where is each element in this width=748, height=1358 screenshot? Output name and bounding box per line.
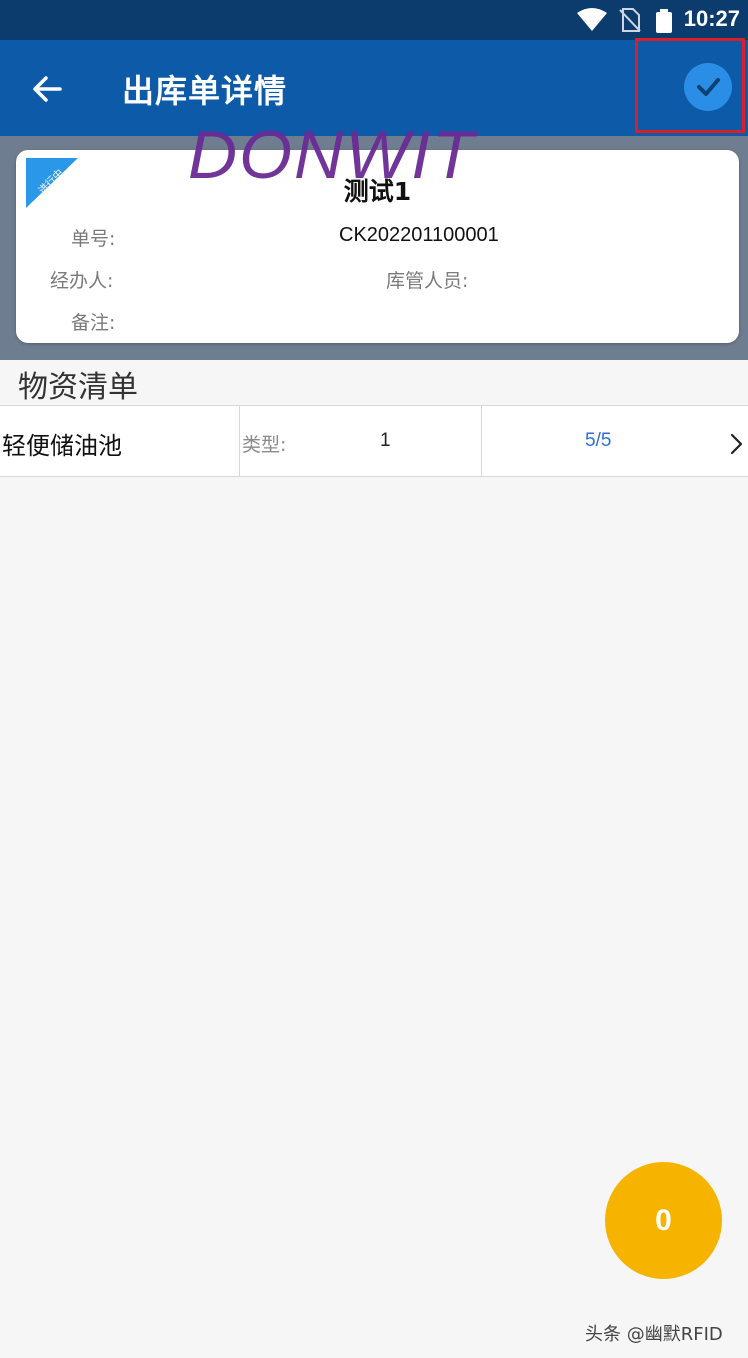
row-divider — [481, 406, 482, 476]
status-time: 10:27 — [683, 6, 740, 31]
scan-count-button[interactable]: 0 — [605, 1162, 722, 1279]
check-circle-icon — [697, 78, 720, 96]
material-type-value: 1 — [380, 430, 391, 451]
materials-section-title: 物资清单 — [18, 370, 138, 405]
arrow-left-icon — [33, 76, 62, 102]
page-title: 出库单详情 — [122, 72, 288, 110]
source-credit: 头条 @幽默RFID — [585, 1324, 723, 1345]
back-button[interactable] — [22, 67, 72, 111]
order-no-value: CK202201100001 — [339, 224, 499, 246]
order-no-label: 单号: — [71, 228, 116, 250]
confirm-button[interactable] — [684, 63, 732, 111]
watermark: DONWIT — [188, 117, 476, 193]
chevron-right-icon[interactable] — [730, 433, 744, 455]
remark-label: 备注: — [71, 312, 116, 334]
row-divider — [239, 406, 240, 476]
material-type-label: 类型: — [242, 434, 287, 456]
no-sim-icon — [619, 8, 641, 32]
material-row[interactable]: 轻便储油池 类型: 1 5/5 — [0, 405, 748, 477]
material-name: 轻便储油池 — [2, 432, 122, 460]
status-bar: 10:27 — [0, 0, 748, 40]
handler-label: 经办人: — [50, 270, 114, 292]
battery-icon — [656, 9, 672, 33]
material-progress: 5/5 — [585, 430, 612, 451]
wifi-icon — [577, 8, 607, 31]
keeper-label: 库管人员: — [386, 270, 469, 292]
